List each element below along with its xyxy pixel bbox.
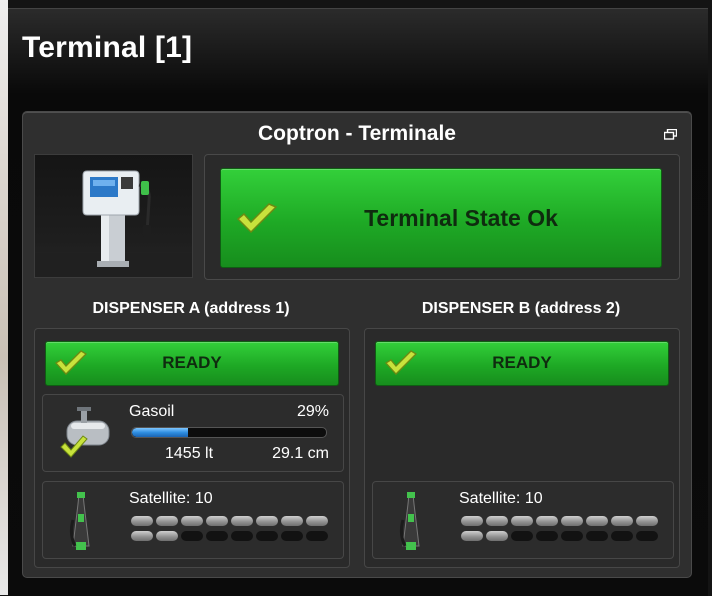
panel-title: Coptron - Terminale: [258, 122, 456, 145]
signal-segment: [536, 531, 558, 541]
signal-segment: [586, 516, 608, 526]
signal-segment: [561, 516, 583, 526]
tank-level-bar: [131, 427, 327, 438]
fuel-name: Gasoil: [129, 403, 175, 420]
fuel-nozzle-icon: [69, 492, 90, 550]
tank-level-fill: [132, 428, 189, 437]
signal-segment: [181, 516, 203, 526]
signal-segment: [486, 516, 508, 526]
signal-segment: [306, 531, 328, 541]
dispenser-b-ready-button[interactable]: READY: [375, 341, 669, 386]
dispenser-b-title: DISPENSER B (address 2): [421, 300, 621, 317]
tank-liters: 1455 lt: [165, 445, 214, 462]
dispenser-a-ready-button[interactable]: READY: [45, 341, 339, 386]
signal-segment: [156, 531, 178, 541]
signal-segment: [636, 516, 658, 526]
dispenser-b-status: READY: [492, 353, 552, 372]
background-strip: [0, 0, 8, 595]
satellite-signal-grid: [461, 516, 658, 541]
signal-segment: [561, 531, 583, 541]
restore-window-icon[interactable]: [664, 129, 677, 140]
signal-segment: [636, 531, 658, 541]
tank-height: 29.1 cm: [272, 445, 329, 462]
dispenser-b-satellite: Satellite: 10: [372, 481, 674, 559]
satellite-label: Satellite: 10: [459, 490, 543, 507]
signal-segment: [486, 531, 508, 541]
terminal-state-box: Terminal State Ok: [204, 154, 680, 280]
signal-segment: [306, 516, 328, 526]
signal-segment: [231, 516, 253, 526]
terminal-state-label: Terminal State Ok: [364, 205, 558, 231]
window-title: Terminal [1]: [22, 31, 193, 64]
fuel-nozzle-icon: [399, 492, 420, 550]
dispenser-b-panel: READY Satellite: 10: [364, 328, 680, 568]
satellite-signal-grid: [131, 516, 328, 541]
signal-segment: [256, 516, 278, 526]
fuel-tank-icon: [60, 407, 110, 458]
signal-segment: [511, 516, 533, 526]
terminal-panel: Coptron - Terminale Terminal State Ok DI…: [22, 111, 692, 578]
fuel-percent: 29%: [296, 403, 329, 420]
dispenser-a-satellite: Satellite: 10: [42, 481, 344, 559]
signal-segment: [231, 531, 253, 541]
signal-segment: [281, 516, 303, 526]
signal-segment: [586, 531, 608, 541]
signal-segment: [461, 531, 483, 541]
fuel-pump-image: [34, 154, 193, 278]
terminal-state-button[interactable]: Terminal State Ok: [220, 168, 662, 268]
signal-segment: [611, 516, 633, 526]
satellite-label: Satellite: 10: [129, 490, 213, 507]
signal-segment: [181, 531, 203, 541]
signal-segment: [281, 531, 303, 541]
signal-segment: [611, 531, 633, 541]
signal-segment: [131, 516, 153, 526]
signal-segment: [536, 516, 558, 526]
dispenser-a-status: READY: [162, 353, 222, 372]
signal-segment: [461, 516, 483, 526]
signal-segment: [206, 516, 228, 526]
signal-segment: [206, 531, 228, 541]
signal-segment: [511, 531, 533, 541]
dispenser-a-tank: Gasoil 29% 1455 lt 29.1 cm: [42, 394, 344, 472]
signal-segment: [256, 531, 278, 541]
signal-segment: [156, 516, 178, 526]
signal-segment: [131, 531, 153, 541]
terminal-window: Terminal [1] Coptron - Terminale Termina…: [8, 8, 708, 596]
dispenser-a-title: DISPENSER A (address 1): [92, 300, 290, 317]
dispenser-a-panel: READY Gasoil 29% 1455 lt 29.1 cm Satelli…: [34, 328, 350, 568]
